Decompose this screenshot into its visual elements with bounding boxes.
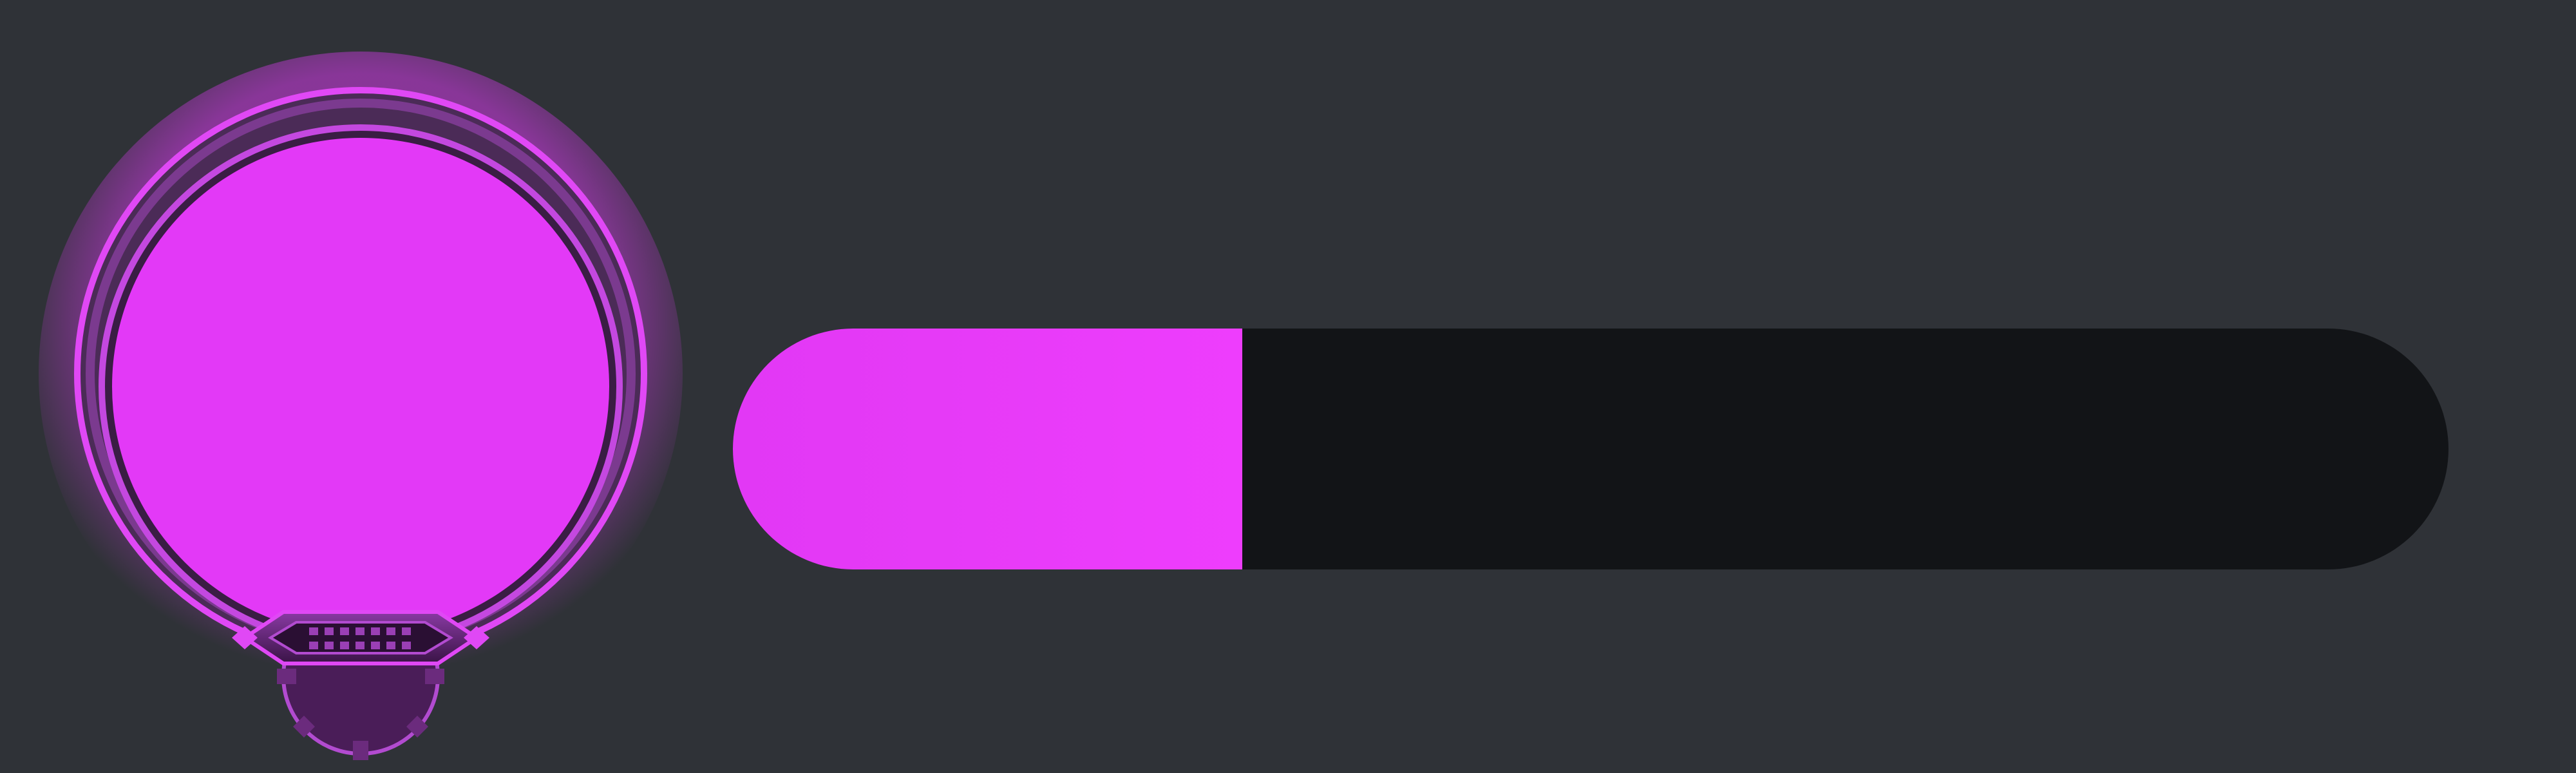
player-hud [0, 0, 2576, 773]
avatar-frame-icon [39, 52, 683, 760]
progress-bar-fill [733, 329, 1243, 569]
avatar-portrait[interactable] [39, 52, 683, 773]
frame-gem-plate [232, 610, 489, 665]
progress-bar [733, 329, 2448, 569]
portrait-fill [112, 138, 609, 635]
